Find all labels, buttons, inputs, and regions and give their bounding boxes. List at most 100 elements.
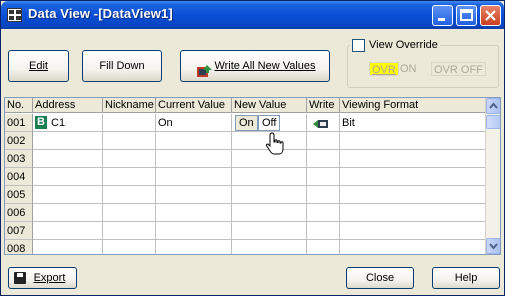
maximize-button[interactable]	[456, 5, 477, 26]
ovr-on-highlight: OVR	[369, 62, 399, 76]
close-button[interactable]: Close	[346, 267, 414, 289]
nickname-cell[interactable]	[103, 186, 156, 204]
new-value-cell[interactable]: On Off	[232, 114, 307, 132]
table-row[interactable]: 003	[5, 150, 486, 168]
table-row[interactable]: 002	[5, 132, 486, 150]
title-bar[interactable]: Data View -[DataView1]	[1, 1, 504, 29]
nickname-cell[interactable]	[103, 240, 156, 254]
address-value: C1	[51, 117, 66, 129]
viewing-format-cell[interactable]	[340, 204, 486, 222]
column-header-nickname[interactable]: Nickname	[103, 98, 156, 113]
address-cell[interactable]: B C1	[33, 114, 103, 132]
edit-button[interactable]: Edit	[8, 50, 69, 82]
help-button[interactable]: Help	[432, 267, 500, 289]
row-number: 005	[5, 186, 33, 204]
view-override-check[interactable]	[352, 38, 365, 52]
column-header-viewing-format[interactable]: Viewing Format	[340, 98, 486, 113]
table-row[interactable]: 005	[5, 186, 486, 204]
minimize-button[interactable]	[432, 5, 453, 26]
viewing-format-cell[interactable]: Bit	[340, 114, 486, 132]
address-cell[interactable]	[33, 186, 103, 204]
row-number: 007	[5, 222, 33, 240]
fill-down-button[interactable]: Fill Down	[82, 50, 162, 82]
table-row[interactable]: 001 B C1 On On Off Bit	[5, 114, 486, 132]
new-value-cell[interactable]	[232, 168, 307, 186]
ovr-off-label: OVR OFF	[434, 64, 483, 76]
new-value-off-button[interactable]: Off	[258, 115, 281, 131]
close-button-label: Close	[365, 272, 395, 284]
edit-button-label: Edit	[29, 60, 48, 72]
data-view-window: Data View -[DataView1] Edit Fill Down Wr…	[0, 0, 505, 296]
nickname-cell[interactable]	[103, 150, 156, 168]
help-button-label: Help	[454, 272, 478, 284]
table-row[interactable]: 008	[5, 240, 486, 254]
write-cell[interactable]	[307, 186, 340, 204]
nickname-cell[interactable]	[103, 222, 156, 240]
viewing-format-cell[interactable]	[340, 186, 486, 204]
close-icon	[481, 6, 500, 25]
floppy-disk-icon	[14, 272, 26, 284]
write-cell[interactable]	[307, 114, 340, 132]
current-value-cell	[156, 132, 232, 150]
ovr-on-label: ON	[400, 63, 417, 75]
new-value-cell[interactable]	[232, 240, 307, 254]
write-cell[interactable]	[307, 222, 340, 240]
table-row[interactable]: 006	[5, 204, 486, 222]
view-override-label: View Override	[369, 39, 438, 51]
minimize-icon	[433, 6, 452, 25]
write-cell[interactable]	[307, 132, 340, 150]
row-number: 004	[5, 168, 33, 186]
viewing-format-cell[interactable]	[340, 168, 486, 186]
column-header-new-value[interactable]: New Value	[232, 98, 307, 113]
address-cell[interactable]	[33, 222, 103, 240]
new-value-cell[interactable]	[232, 186, 307, 204]
write-cell[interactable]	[307, 168, 340, 186]
address-cell[interactable]	[33, 168, 103, 186]
new-value-on-button[interactable]: On	[235, 115, 258, 131]
column-header-no[interactable]: No.	[5, 98, 33, 113]
current-value-cell	[156, 168, 232, 186]
write-cell[interactable]	[307, 150, 340, 168]
current-value-cell	[156, 240, 232, 254]
vertical-scrollbar[interactable]	[485, 98, 500, 254]
address-cell[interactable]	[33, 150, 103, 168]
scroll-up-button[interactable]	[486, 98, 500, 114]
nickname-cell[interactable]	[103, 114, 156, 132]
nickname-cell[interactable]	[103, 168, 156, 186]
chevron-down-icon	[487, 243, 500, 254]
hand-pointer-cursor-icon	[265, 132, 287, 158]
viewing-format-cell[interactable]	[340, 240, 486, 254]
new-value-cell[interactable]	[232, 222, 307, 240]
export-button-label: Export	[33, 272, 66, 284]
new-value-cell[interactable]	[232, 204, 307, 222]
address-cell[interactable]	[33, 204, 103, 222]
scroll-down-button[interactable]	[486, 238, 500, 254]
viewing-format-cell[interactable]	[340, 222, 486, 240]
scroll-thumb[interactable]	[486, 115, 500, 129]
row-number: 001	[5, 114, 33, 132]
data-grid[interactable]: No. Address Nickname Current Value New V…	[4, 97, 501, 255]
nickname-cell[interactable]	[103, 204, 156, 222]
viewing-format-cell[interactable]	[340, 132, 486, 150]
write-values-icon	[197, 60, 213, 77]
table-row[interactable]: 004	[5, 168, 486, 186]
write-value-icon[interactable]	[313, 117, 329, 131]
table-row[interactable]: 007	[5, 222, 486, 240]
column-header-current-value[interactable]: Current Value	[156, 98, 232, 113]
write-all-new-values-button[interactable]: Write All New Values	[180, 50, 330, 82]
column-header-write[interactable]: Write	[307, 98, 340, 113]
export-button[interactable]: Export	[8, 267, 77, 289]
current-value-cell	[156, 186, 232, 204]
column-header-address[interactable]: Address	[33, 98, 103, 113]
maximize-icon	[457, 6, 476, 25]
close-window-button[interactable]	[480, 5, 501, 26]
write-cell[interactable]	[307, 240, 340, 254]
row-number: 006	[5, 204, 33, 222]
row-number: 002	[5, 132, 33, 150]
address-cell[interactable]	[33, 132, 103, 150]
write-cell[interactable]	[307, 204, 340, 222]
nickname-cell[interactable]	[103, 132, 156, 150]
view-override-checkbox[interactable]: View Override	[350, 38, 440, 52]
address-cell[interactable]	[33, 240, 103, 254]
viewing-format-cell[interactable]	[340, 150, 486, 168]
